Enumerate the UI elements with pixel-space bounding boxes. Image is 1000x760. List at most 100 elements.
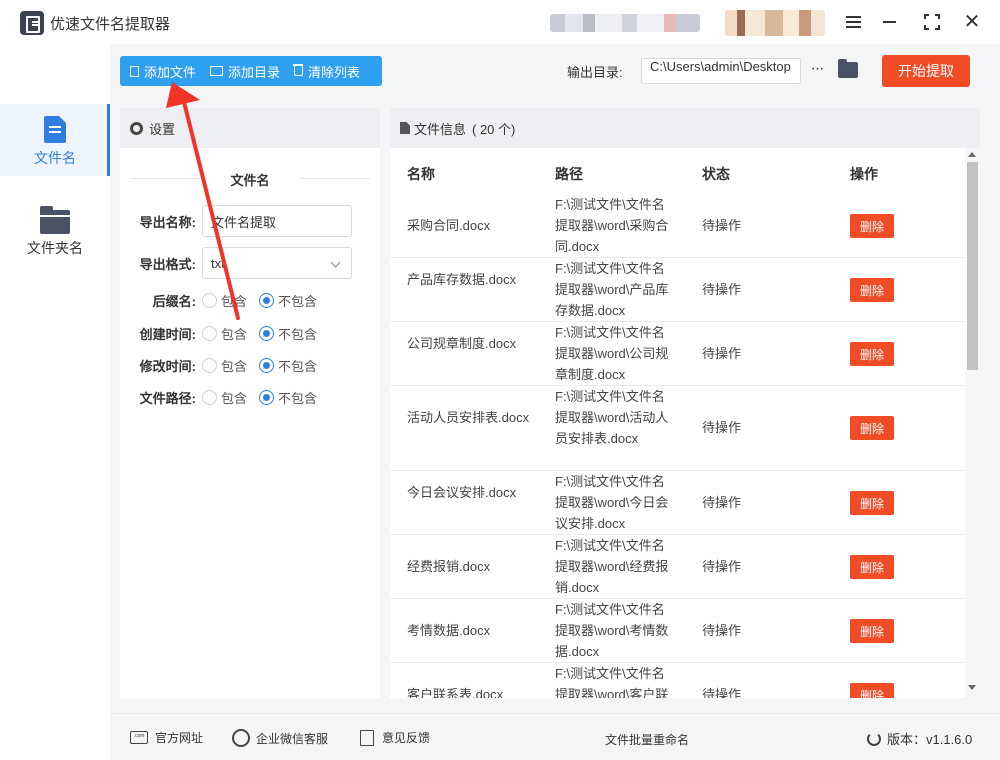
add-directory-button[interactable]: 添加目录 (206, 56, 284, 86)
file-name: 经费报销.docx (407, 559, 491, 574)
column-path: 路径 (555, 166, 583, 182)
export-name-label: 导出名称: (139, 214, 196, 230)
radio-include[interactable]: 包含 (202, 291, 247, 310)
table-row[interactable]: 客户联系表.docx F:\测试文件\文件名提取器\word\客户联系表.doc… (390, 663, 965, 698)
delete-button[interactable]: 删除 (850, 619, 894, 643)
file-path: F:\测试文件\文件名提取器\word\考情数据.docx (555, 602, 669, 659)
version-info[interactable]: 版本：v1.1.6.0 (867, 729, 972, 748)
table-row[interactable]: 活动人员安排表.docx F:\测试文件\文件名提取器\word\活动人员安排表… (390, 386, 965, 471)
file-path: F:\测试文件\文件名提取器\word\经费报销.docx (555, 538, 669, 595)
file-toolbar: 添加文件 添加目录 清除列表 (120, 56, 382, 86)
footer-bar: .com 官方网址 企业微信客服 意见反馈 文件批量重命名 版本：v1.1.6.… (110, 713, 1000, 760)
feedback-link[interactable]: 意见反馈 (360, 729, 430, 746)
radio-include[interactable]: 包含 (202, 388, 247, 407)
table-row[interactable]: 采购合同.docx F:\测试文件\文件名提取器\word\采购合同.docx … (390, 194, 965, 258)
file-status: 待操作 (702, 559, 742, 574)
column-status: 状态 (702, 166, 730, 182)
table-row[interactable]: 产品库存数据.docx F:\测试文件\文件名提取器\word\产品库存数据.d… (390, 258, 965, 322)
radio-exclude[interactable]: 不包含 (259, 291, 317, 310)
option-row-path: 文件路径: 包含 不包含 (120, 381, 380, 413)
sidebar-item-label: 文件夹名 (27, 240, 83, 256)
clear-list-label: 清除列表 (308, 64, 361, 80)
table-header: 名称 路径 状态 操作 (390, 148, 965, 194)
radio-include[interactable]: 包含 (202, 356, 247, 375)
settings-panel: 设置 文件名 导出名称: 文件名提取 导出格式: txt 后缀名: 包含 不包含… (120, 108, 380, 698)
file-info-title: 文件信息 (414, 121, 467, 137)
file-path: F:\测试文件\文件名提取器\word\产品库存数据.docx (555, 261, 669, 318)
sidebar: 文件名 文件夹名 (0, 44, 110, 760)
table-row[interactable]: 今日会议安排.docx F:\测试文件\文件名提取器\word\今日会议安排.d… (390, 471, 965, 535)
file-name: 采购合同.docx (407, 218, 491, 233)
delete-button[interactable]: 删除 (850, 491, 894, 515)
export-name-input[interactable]: 文件名提取 (202, 205, 352, 237)
option-label: 创建时间: (139, 326, 196, 342)
option-row-created: 创建时间: 包含 不包含 (120, 317, 380, 349)
file-info-header: 文件信息 ( 20 个) (390, 108, 980, 148)
sidebar-item-filename[interactable]: 文件名 (0, 104, 110, 176)
delete-button[interactable]: 删除 (850, 555, 894, 579)
blurred-avatar[interactable] (725, 10, 825, 36)
delete-button[interactable]: 删除 (850, 416, 894, 440)
column-action: 操作 (850, 166, 878, 182)
file-path: F:\测试文件\文件名提取器\word\公司规章制度.docx (555, 325, 669, 382)
file-list-scrollbar[interactable] (965, 148, 980, 698)
file-status: 待操作 (702, 346, 742, 361)
file-count: ( 20 个) (472, 121, 516, 137)
scroll-up-icon[interactable] (968, 152, 976, 157)
document-icon (130, 65, 139, 77)
minimize-icon[interactable] (878, 10, 902, 34)
export-format-value: txt (211, 255, 225, 271)
scroll-thumb[interactable] (967, 162, 978, 370)
delete-button[interactable]: 删除 (850, 278, 894, 302)
output-dir-label: 输出目录: (567, 65, 623, 80)
add-file-label: 添加文件 (144, 64, 197, 80)
add-directory-label: 添加目录 (228, 64, 281, 80)
delete-button[interactable]: 删除 (850, 683, 894, 698)
file-name: 产品库存数据.docx (407, 272, 517, 287)
wechat-service-link[interactable]: 企业微信客服 (232, 729, 328, 747)
add-file-button[interactable]: 添加文件 (120, 56, 200, 86)
file-list-panel: 文件信息 ( 20 个) 名称 路径 状态 操作 采购合同.docx F:\测试… (390, 108, 980, 698)
file-name: 活动人员安排表.docx (407, 410, 530, 425)
radio-exclude[interactable]: 不包含 (259, 324, 317, 343)
table-row[interactable]: 考情数据.docx F:\测试文件\文件名提取器\word\考情数据.docx … (390, 599, 965, 663)
batch-rename-link[interactable]: 文件批量重命名 (605, 731, 689, 748)
output-dir-input[interactable]: C:\Users\admin\Desktop (641, 58, 801, 84)
document-icon (400, 122, 410, 134)
scroll-down-icon[interactable] (968, 685, 976, 690)
export-format-select[interactable]: txt (202, 247, 352, 279)
delete-button[interactable]: 删除 (850, 342, 894, 366)
trash-icon (293, 64, 304, 76)
settings-title: 设置 (149, 121, 176, 137)
close-icon[interactable]: ✕ (960, 10, 984, 34)
radio-exclude[interactable]: 不包含 (259, 356, 317, 375)
settings-subtitle: 文件名 (130, 170, 370, 189)
menu-icon[interactable] (842, 10, 866, 34)
table-row[interactable]: 公司规章制度.docx F:\测试文件\文件名提取器\word\公司规章制度.d… (390, 322, 965, 386)
official-website-link[interactable]: .com 官方网址 (130, 729, 203, 746)
option-label: 后缀名: (152, 293, 196, 309)
export-format-label: 导出格式: (139, 256, 196, 272)
wechat-icon (232, 729, 250, 747)
radio-exclude[interactable]: 不包含 (259, 388, 317, 407)
start-extract-button[interactable]: 开始提取 (882, 55, 970, 87)
file-path: F:\测试文件\文件名提取器\word\采购合同.docx (555, 197, 669, 254)
feedback-icon (360, 729, 374, 746)
clear-list-button[interactable]: 清除列表 (290, 56, 364, 86)
open-folder-icon[interactable] (838, 59, 858, 78)
export-name-row: 导出名称: 文件名提取 (120, 205, 380, 237)
maximize-icon[interactable] (920, 10, 944, 34)
file-status: 待操作 (702, 495, 742, 510)
option-row-extension: 后缀名: 包含 不包含 (120, 284, 380, 316)
sidebar-item-label: 文件名 (34, 150, 76, 166)
radio-include[interactable]: 包含 (202, 324, 247, 343)
browse-more-button[interactable]: ··· (806, 58, 828, 84)
file-name: 公司规章制度.docx (407, 336, 517, 351)
delete-button[interactable]: 删除 (850, 214, 894, 238)
sidebar-item-foldername[interactable]: 文件夹名 (0, 194, 110, 266)
folder-outline-icon (210, 66, 224, 76)
blurred-account-info (550, 14, 700, 32)
table-row[interactable]: 经费报销.docx F:\测试文件\文件名提取器\word\经费报销.docx … (390, 535, 965, 599)
file-status: 待操作 (702, 420, 742, 435)
option-label: 文件路径: (139, 390, 196, 406)
